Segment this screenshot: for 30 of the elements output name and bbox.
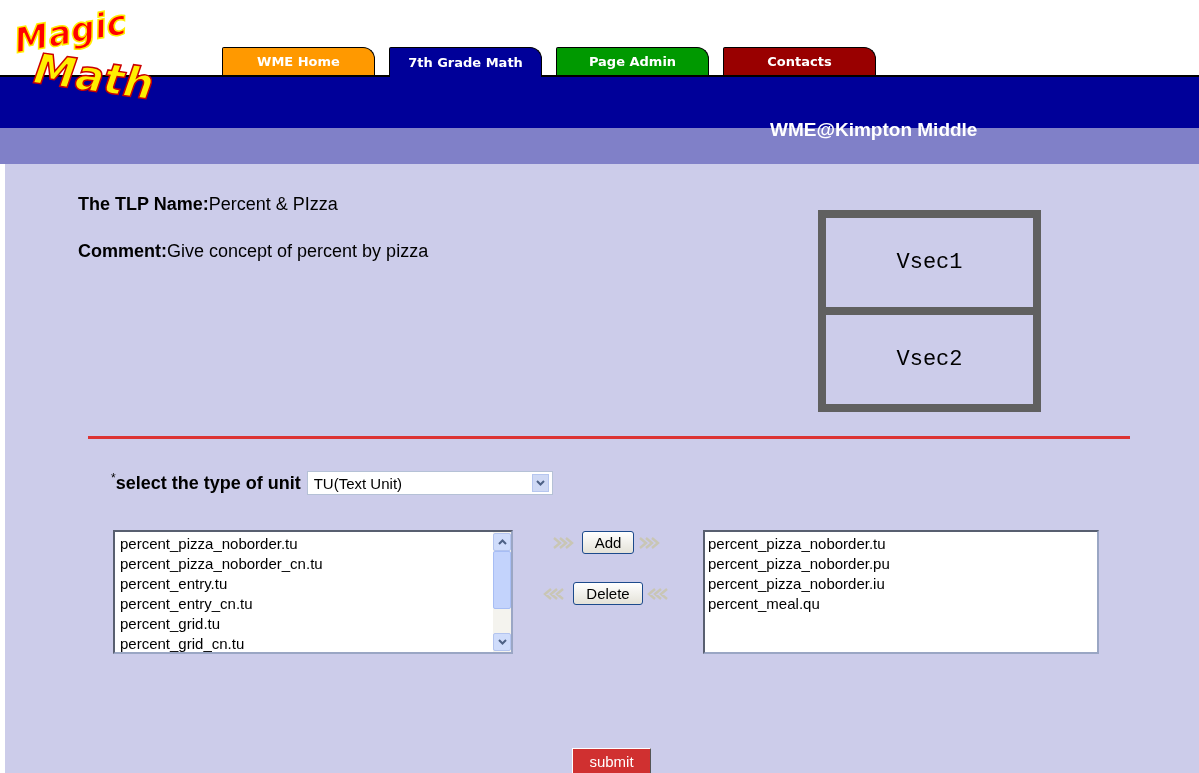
- tlp-name-text: The TLP Name:Percent & PIzza: [78, 194, 339, 215]
- list-item[interactable]: percent_grid.tu: [120, 614, 488, 634]
- nav-tab[interactable]: Contacts: [723, 47, 876, 75]
- list-item[interactable]: percent_pizza_noborder.pu: [708, 554, 1092, 574]
- selected-units-list[interactable]: percent_pizza_noborder.tu percent_pizza_noborder.pu percent_pizza_noborder.iu percent_meal.qu: [703, 530, 1099, 654]
- layout-section: Vsec2: [826, 307, 1033, 404]
- scrollbar[interactable]: [493, 532, 511, 652]
- unit-type-label: select the type of unit: [115, 472, 301, 494]
- comment-text: Comment:Give concept of percent by pizza: [78, 241, 429, 262]
- add-button[interactable]: Add: [581, 531, 635, 554]
- list-item[interactable]: percent_entry_cn.tu: [120, 594, 488, 614]
- magic-math-logo[interactable]: Magic Math: [4, 4, 184, 124]
- layout-section: Vsec1: [826, 218, 1033, 307]
- nav-tab[interactable]: Page Admin: [556, 47, 709, 75]
- delete-button[interactable]: Delete: [573, 582, 643, 605]
- list-item[interactable]: percent_grid_cn.tu: [120, 634, 488, 652]
- list-item[interactable]: percent_pizza_noborder.tu: [708, 534, 1092, 554]
- list-item[interactable]: percent_pizza_noborder.tu: [120, 534, 488, 554]
- list-item[interactable]: percent_entry.tu: [120, 574, 488, 594]
- available-units-list[interactable]: percent_pizza_noborder.tu percent_pizza_noborder_cn.tu percent_entry.tu percent_entry_cn.tu percent_grid.tu percent_grid_cn.tu: [113, 530, 513, 654]
- scroll-down-icon[interactable]: [493, 633, 511, 651]
- unit-type-dropdown[interactable]: TU(Text Unit): [306, 471, 553, 495]
- required-mark: *: [111, 471, 116, 485]
- nav-tab[interactable]: 7th Grade Math: [389, 47, 542, 77]
- list-item[interactable]: percent_meal.qu: [708, 594, 1092, 614]
- scroll-up-icon[interactable]: [493, 533, 511, 551]
- list-item[interactable]: percent_pizza_noborder.iu: [708, 574, 1092, 594]
- list-item[interactable]: percent_pizza_noborder_cn.tu: [120, 554, 488, 574]
- scroll-thumb[interactable]: [493, 551, 511, 609]
- submit-button[interactable]: submit: [572, 748, 651, 773]
